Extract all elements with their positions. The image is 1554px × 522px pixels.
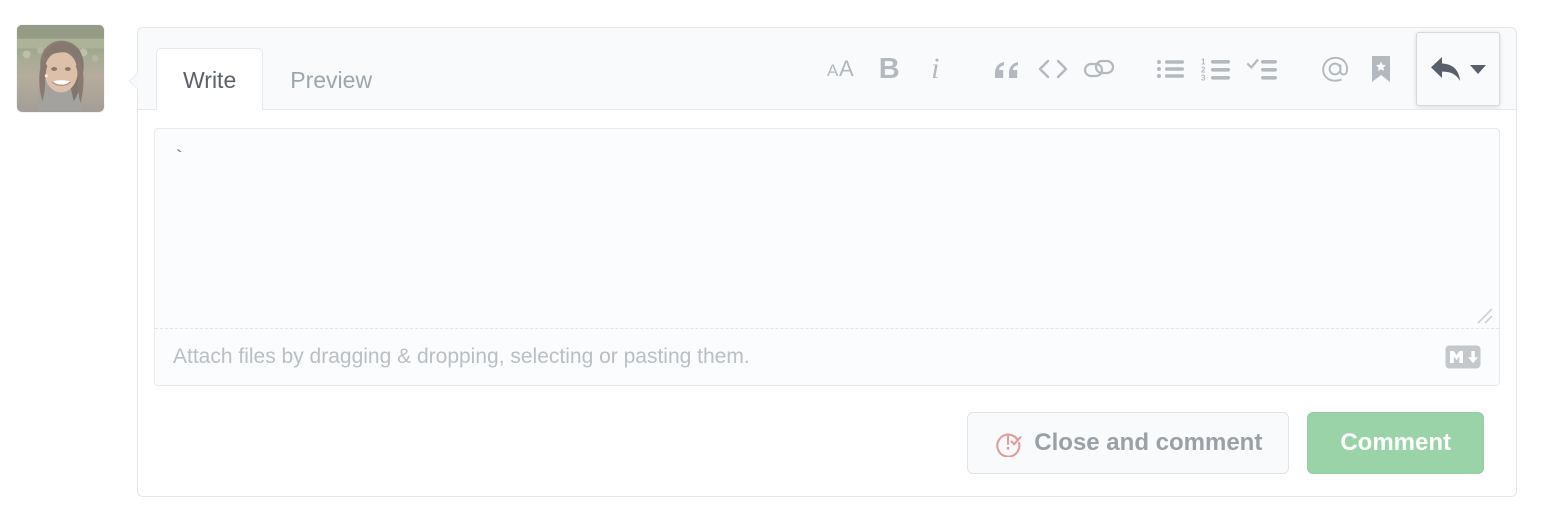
toolbar-group-text: A A B i: [820, 46, 958, 92]
chevron-down-icon: [1470, 64, 1486, 74]
bubble-arrow-icon: [130, 73, 138, 89]
markdown-icon-glyph: [1445, 345, 1481, 369]
code-icon[interactable]: [1030, 46, 1076, 92]
numbered-list-icon[interactable]: 1 2 3: [1194, 46, 1240, 92]
comment-textarea[interactable]: [155, 129, 1499, 309]
task-list-icon[interactable]: [1240, 46, 1286, 92]
write-area: Attach files by dragging & dropping, sel…: [154, 128, 1500, 386]
task-list-icon-glyph: [1247, 58, 1277, 80]
svg-text:3: 3: [1201, 73, 1206, 82]
comment-button-label: Comment: [1340, 429, 1451, 456]
italic-icon[interactable]: i: [912, 46, 958, 92]
closed-issue-icon: [996, 433, 1022, 457]
numbered-list-icon-glyph: 1 2 3: [1201, 57, 1230, 82]
bulleted-list-icon-glyph: [1157, 60, 1184, 78]
heading-icon-glyph: A A: [827, 56, 854, 81]
code-icon-glyph: [1038, 59, 1068, 79]
toolbar-group-references: [1312, 46, 1404, 92]
heading-icon[interactable]: A A: [820, 46, 866, 92]
resize-handle[interactable]: [1474, 305, 1494, 325]
bulleted-list-icon[interactable]: [1148, 46, 1194, 92]
attach-files-label: Attach files by dragging & dropping, sel…: [173, 345, 750, 368]
composer-header: Write Preview A A B i 1 2 3: [138, 28, 1516, 110]
bold-icon[interactable]: B: [866, 46, 912, 92]
svg-text:A: A: [827, 61, 839, 80]
svg-text:A: A: [839, 56, 854, 81]
reply-icon: [1431, 57, 1460, 81]
saved-replies-icon-glyph: [1372, 56, 1390, 82]
quote-icon-glyph: [995, 62, 1018, 78]
composer-body: Attach files by dragging & dropping, sel…: [138, 110, 1516, 474]
bold-icon-glyph: B: [878, 52, 900, 85]
comment-box: Write Preview A A B i 1 2 3 ` Attach fil…: [129, 27, 1517, 497]
link-icon[interactable]: [1076, 46, 1122, 92]
saved-replies-icon[interactable]: [1358, 46, 1404, 92]
comment-button[interactable]: Comment: [1307, 412, 1484, 474]
tab-write[interactable]: Write: [156, 48, 264, 110]
composer-actions: Close and comment Comment: [154, 386, 1500, 474]
attach-files-row[interactable]: Attach files by dragging & dropping, sel…: [155, 329, 1499, 385]
toolbar-group-lists: 1 2 3: [1148, 46, 1286, 92]
close-and-comment-button[interactable]: Close and comment: [967, 412, 1290, 474]
link-icon-glyph: [1083, 59, 1115, 78]
comment-composer-screen: Write Preview A A B i 1 2 3 ` Attach fil…: [0, 0, 1554, 522]
quote-icon[interactable]: [984, 46, 1030, 92]
mention-icon-glyph: [1322, 56, 1349, 82]
mention-icon[interactable]: [1312, 46, 1358, 92]
tab-preview[interactable]: Preview: [263, 48, 399, 110]
close-and-comment-label: Close and comment: [1034, 429, 1263, 456]
avatar-image: [17, 25, 104, 112]
saved-reply-button[interactable]: [1416, 32, 1500, 106]
toolbar-group-insert: [984, 46, 1122, 92]
markdown-icon[interactable]: [1445, 345, 1481, 369]
italic-icon-glyph: i: [931, 52, 939, 85]
markdown-toolbar: A A B i 1 2 3: [820, 28, 1500, 110]
tab-list: Write Preview: [138, 28, 399, 110]
avatar[interactable]: [16, 24, 105, 113]
